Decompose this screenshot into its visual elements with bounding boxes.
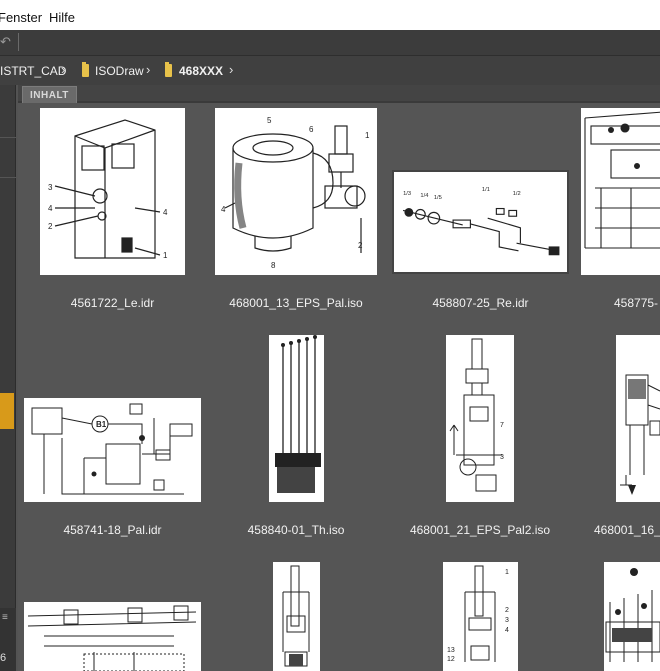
callout-7: 7: [500, 422, 504, 429]
callout-2: 2: [358, 241, 363, 250]
callout-2: 2: [505, 607, 509, 614]
thumbnail-458840-01[interactable]: [269, 335, 324, 502]
callout-12: 12: [447, 656, 455, 663]
undo-icon[interactable]: ↶: [0, 34, 11, 50]
thumbnail-4561722[interactable]: 3 4 2 4 1: [40, 108, 185, 275]
file-name[interactable]: 468001_16_: [594, 523, 660, 537]
technical-drawing-icon: 3 4 2 4 1: [48, 119, 168, 260]
callout-8: 8: [271, 261, 276, 270]
wiring-diagram-icon: [27, 605, 197, 671]
panel-count: 6: [0, 652, 7, 664]
file-name[interactable]: 4561722_Le.idr: [40, 296, 185, 310]
chevron-right-icon[interactable]: ›: [61, 62, 65, 77]
menu-hilfe[interactable]: Hilfe: [49, 10, 75, 25]
wiring-diagram-icon: B1: [31, 403, 193, 495]
chevron-right-icon[interactable]: ›: [229, 62, 233, 77]
technical-drawing-icon: [282, 565, 310, 667]
technical-drawing-icon: 5 6 1 4 2 8: [221, 116, 370, 270]
thumbnail-row3-2[interactable]: [273, 562, 320, 671]
technical-drawing-icon: 1/3 1/4 1/5 1/1 1/2: [402, 187, 560, 256]
thumbnail-458775[interactable]: [581, 108, 660, 275]
tab-inhalt[interactable]: INHALT: [22, 86, 77, 103]
callout-3: 3: [505, 617, 509, 624]
tab-bar: INHALT: [18, 85, 660, 103]
diagram-label: B1: [96, 420, 107, 429]
callout-5: 5: [267, 116, 272, 125]
technical-drawing-icon: 7 3: [449, 338, 504, 492]
breadcrumb-isodraw[interactable]: ISODraw: [95, 64, 144, 78]
callout-13: 13: [447, 647, 455, 654]
thumbnail-458807-25[interactable]: 1/3 1/4 1/5 1/1 1/2: [392, 170, 569, 274]
callout-label: 1/3: [403, 191, 411, 197]
panel-selected-item[interactable]: [0, 393, 14, 429]
file-name[interactable]: 458775-: [614, 296, 658, 310]
toolbar-separator: [18, 33, 19, 51]
callout-label: 1/2: [513, 191, 521, 197]
callout-1: 1: [365, 131, 370, 140]
menu-bar: Fenster Hilfe: [0, 0, 660, 30]
file-name[interactable]: 458840-01_Th.iso: [236, 523, 356, 537]
callout-label: 1/5: [434, 195, 442, 201]
menu-fenster[interactable]: Fenster: [0, 10, 42, 25]
file-name[interactable]: 458741-18_Pal.idr: [24, 523, 201, 537]
toolbar: ↶: [0, 30, 660, 56]
technical-drawing-icon: [620, 374, 660, 495]
menu-lines-icon[interactable]: ≡: [2, 612, 8, 623]
callout-label: 1/1: [482, 187, 490, 193]
thumbnail-468001-16[interactable]: [616, 335, 660, 502]
folder-icon: [165, 62, 172, 77]
breadcrumb-root[interactable]: ISTRT_CAD: [0, 64, 66, 78]
technical-drawing-icon: 1 2 3 4 13 12: [447, 565, 509, 663]
callout-1: 1: [505, 569, 509, 576]
technical-drawing-icon: [584, 111, 660, 249]
file-name[interactable]: 468001_13_EPS_Pal.iso: [215, 296, 377, 310]
panel-divider: [0, 177, 16, 178]
technical-drawing-icon: [275, 335, 321, 493]
breadcrumb-468xxx[interactable]: 468XXX: [179, 64, 223, 78]
thumbnail-468001-13[interactable]: 5 6 1 4 2 8: [215, 108, 377, 275]
panel-divider: [0, 137, 16, 138]
thumbnail-row3-1[interactable]: [24, 602, 201, 671]
callout-4: 4: [163, 208, 168, 217]
callout-2: 2: [48, 222, 53, 231]
callout-label: 1/4: [420, 193, 429, 199]
breadcrumb: ISTRT_CAD › ISODraw › 468XXX ›: [0, 56, 660, 85]
technical-drawing-icon: [605, 568, 660, 662]
thumbnail-468001-21[interactable]: 7 3: [446, 335, 514, 502]
callout-6: 6: [309, 125, 314, 134]
left-panel: ≡ 6: [0, 85, 16, 671]
file-name[interactable]: 468001_21_EPS_Pal2.iso: [404, 523, 556, 537]
file-name[interactable]: 458807-25_Re.idr: [392, 296, 569, 310]
chevron-right-icon[interactable]: ›: [146, 62, 150, 77]
callout-4: 4: [48, 204, 53, 213]
callout-3: 3: [500, 454, 504, 461]
thumbnail-row3-3[interactable]: 1 2 3 4 13 12: [443, 562, 518, 671]
callout-4: 4: [221, 205, 226, 214]
callout-4: 4: [505, 627, 509, 634]
thumbnail-458741-18[interactable]: B1: [24, 398, 201, 502]
callout-1: 1: [163, 251, 168, 260]
content-browser: INHALT 3 4 2 4 1 5 6 1 4 2 8 1/3 1/4 1/5…: [18, 85, 660, 671]
callout-3: 3: [48, 183, 53, 192]
thumbnail-row3-4[interactable]: [604, 562, 660, 671]
folder-icon: [82, 62, 89, 77]
